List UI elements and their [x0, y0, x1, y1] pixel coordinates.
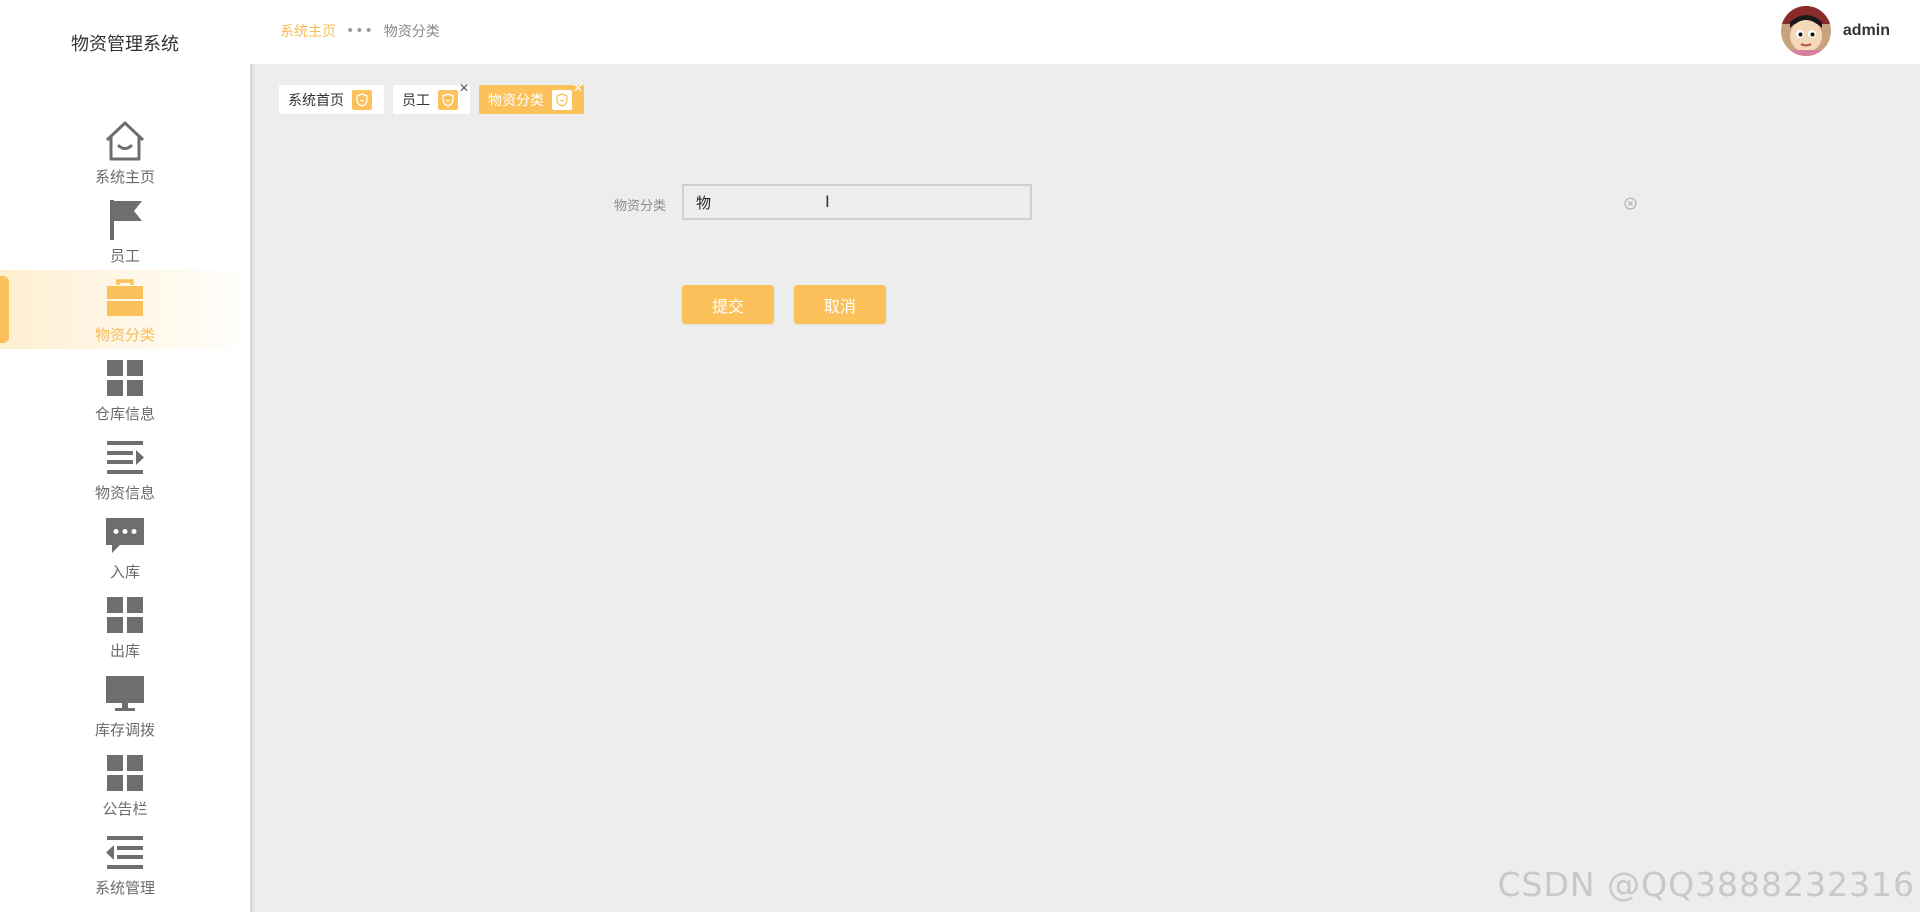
grid-icon	[102, 592, 148, 638]
sidebar-item-label: 入库	[109, 563, 140, 581]
sidebar-item-inbound[interactable]: 入库	[0, 507, 250, 586]
home-icon	[102, 118, 148, 164]
cancel-button[interactable]: 取消	[794, 285, 886, 324]
tag-close-icon[interactable]: ✕	[459, 82, 469, 94]
clear-icon[interactable]	[1624, 195, 1637, 210]
shield-icon	[438, 89, 458, 110]
shield-icon	[552, 89, 572, 110]
sidebar-item-home[interactable]: 系统主页	[0, 112, 250, 191]
submit-button[interactable]: 提交	[682, 285, 774, 324]
sidebar-item-system-admin[interactable]: 系统管理	[0, 823, 250, 902]
tag-label: 物资分类	[488, 92, 544, 109]
tag-close-icon[interactable]: ✕	[573, 82, 583, 94]
sidebar-item-material-category[interactable]: 物资分类	[0, 270, 250, 349]
grid-icon	[102, 355, 148, 401]
sidebar-item-label: 系统管理	[94, 879, 155, 897]
tag-employee[interactable]: 员工 ✕	[393, 82, 470, 114]
sidebar-item-label: 库存调拨	[94, 721, 155, 739]
tag-label: 员工	[402, 92, 430, 109]
sidebar-item-label: 物资信息	[94, 484, 155, 502]
list-indent-icon	[102, 434, 148, 480]
sidebar-item-warehouse-info[interactable]: 仓库信息	[0, 349, 250, 428]
breadcrumb-separator: •••	[346, 23, 374, 39]
list-outdent-icon	[102, 829, 148, 875]
sidebar-item-label: 仓库信息	[94, 405, 155, 423]
sidebar-item-employee[interactable]: 员工	[0, 191, 250, 270]
sidebar-shadow	[250, 0, 256, 912]
sidebar-item-label: 公告栏	[102, 800, 148, 818]
sidebar: 物资管理系统 系统主页 员工 物资分类 仓库信息 物资信息 入库 出库 库存调拨…	[0, 0, 250, 912]
tags-bar: 系统首页 员工 ✕ 物资分类 ✕	[279, 82, 593, 114]
sidebar-item-label: 系统主页	[94, 168, 155, 186]
sidebar-item-label: 出库	[109, 642, 140, 660]
sidebar-item-label: 员工	[109, 247, 140, 265]
monitor-icon	[102, 671, 148, 717]
sidebar-item-label: 物资分类	[94, 326, 155, 344]
sidebar-item-material-info[interactable]: 物资信息	[0, 428, 250, 507]
username[interactable]: admin	[1843, 22, 1890, 40]
briefcase-icon	[102, 276, 148, 322]
breadcrumb-home-link[interactable]: 系统主页	[280, 21, 336, 41]
watermark: CSDN @QQ3888232316	[1497, 865, 1915, 904]
breadcrumb-current: 物资分类	[383, 24, 440, 40]
text-cursor-icon: I	[825, 192, 830, 211]
tag-material-category[interactable]: 物资分类 ✕	[479, 82, 584, 114]
top-header: 系统主页 ••• 物资分类 admin	[250, 0, 1920, 64]
user-menu[interactable]: admin	[1780, 6, 1890, 56]
grid-icon	[102, 750, 148, 796]
shield-icon	[352, 89, 372, 110]
material-category-label: 物资分类	[614, 199, 667, 214]
material-category-input[interactable]	[682, 184, 1032, 220]
tag-home[interactable]: 系统首页	[279, 85, 384, 114]
sidebar-item-outbound[interactable]: 出库	[0, 586, 250, 665]
app-title: 物资管理系统	[71, 34, 179, 55]
tag-label: 系统首页	[288, 92, 344, 109]
avatar[interactable]	[1780, 6, 1831, 56]
flag-icon	[102, 197, 148, 243]
sidebar-item-bulletin[interactable]: 公告栏	[0, 744, 250, 823]
breadcrumb: 系统主页 ••• 物资分类	[280, 21, 440, 41]
sidebar-item-stock-transfer[interactable]: 库存调拨	[0, 665, 250, 744]
chat-icon	[102, 513, 148, 559]
sidebar-menu: 系统主页 员工 物资分类 仓库信息 物资信息 入库 出库 库存调拨 公告栏 系统…	[0, 112, 250, 902]
